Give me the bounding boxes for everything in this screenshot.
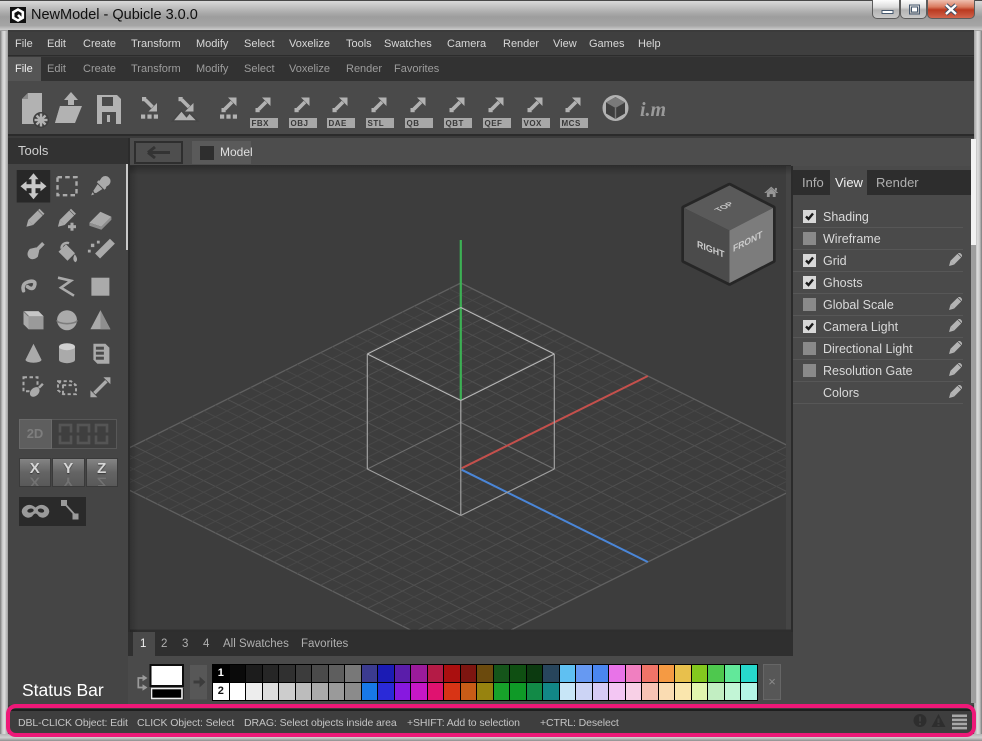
svg-text:DAE: DAE — [329, 119, 348, 128]
svg-text:FBX: FBX — [252, 119, 270, 128]
svg-text:MCS: MCS — [562, 119, 581, 128]
svg-text:QEF: QEF — [485, 119, 503, 128]
svg-text:STL: STL — [368, 119, 385, 128]
svg-text:QB: QB — [407, 119, 420, 128]
svg-text:i.m: i.m — [640, 99, 666, 121]
svg-text:QBT: QBT — [446, 119, 464, 128]
svg-text:OBJ: OBJ — [291, 119, 309, 128]
svg-text:VOX: VOX — [524, 119, 543, 128]
